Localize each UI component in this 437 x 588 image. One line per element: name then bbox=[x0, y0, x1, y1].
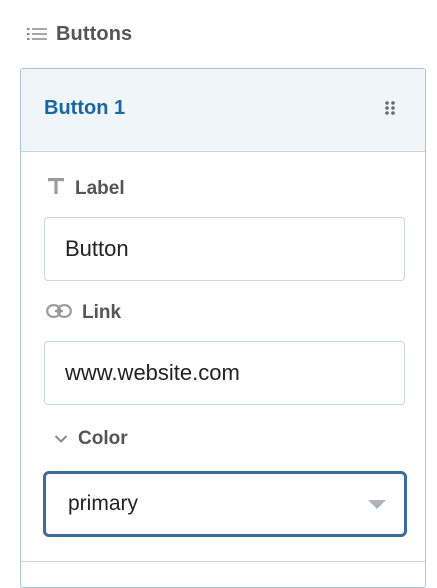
label-input[interactable] bbox=[44, 217, 405, 281]
section-header[interactable]: Buttons bbox=[27, 22, 132, 46]
color-field-title: Color bbox=[78, 428, 128, 449]
color-field-toggle[interactable]: Color bbox=[54, 428, 128, 450]
list-icon bbox=[27, 27, 47, 41]
color-select[interactable]: primary bbox=[43, 471, 407, 537]
section-title: Buttons bbox=[56, 22, 133, 45]
button-item-panel: Button 1 Label Button Link www.website.c… bbox=[20, 68, 426, 588]
text-icon bbox=[47, 177, 65, 201]
link-field-label: Link bbox=[46, 302, 121, 324]
color-select-value: primary bbox=[68, 492, 139, 515]
link-field-title: Link bbox=[82, 302, 122, 323]
caret-down-icon bbox=[368, 500, 386, 509]
panel-header[interactable]: Button 1 bbox=[21, 69, 425, 152]
chevron-down-icon bbox=[54, 428, 68, 450]
drag-handle-icon[interactable] bbox=[384, 100, 396, 116]
panel-title: Button 1 bbox=[44, 97, 126, 119]
label-field-title: Label bbox=[75, 178, 125, 199]
panel-divider bbox=[21, 561, 425, 562]
link-input[interactable] bbox=[44, 341, 405, 405]
label-field-label: Label bbox=[47, 177, 125, 201]
link-icon bbox=[46, 302, 72, 324]
